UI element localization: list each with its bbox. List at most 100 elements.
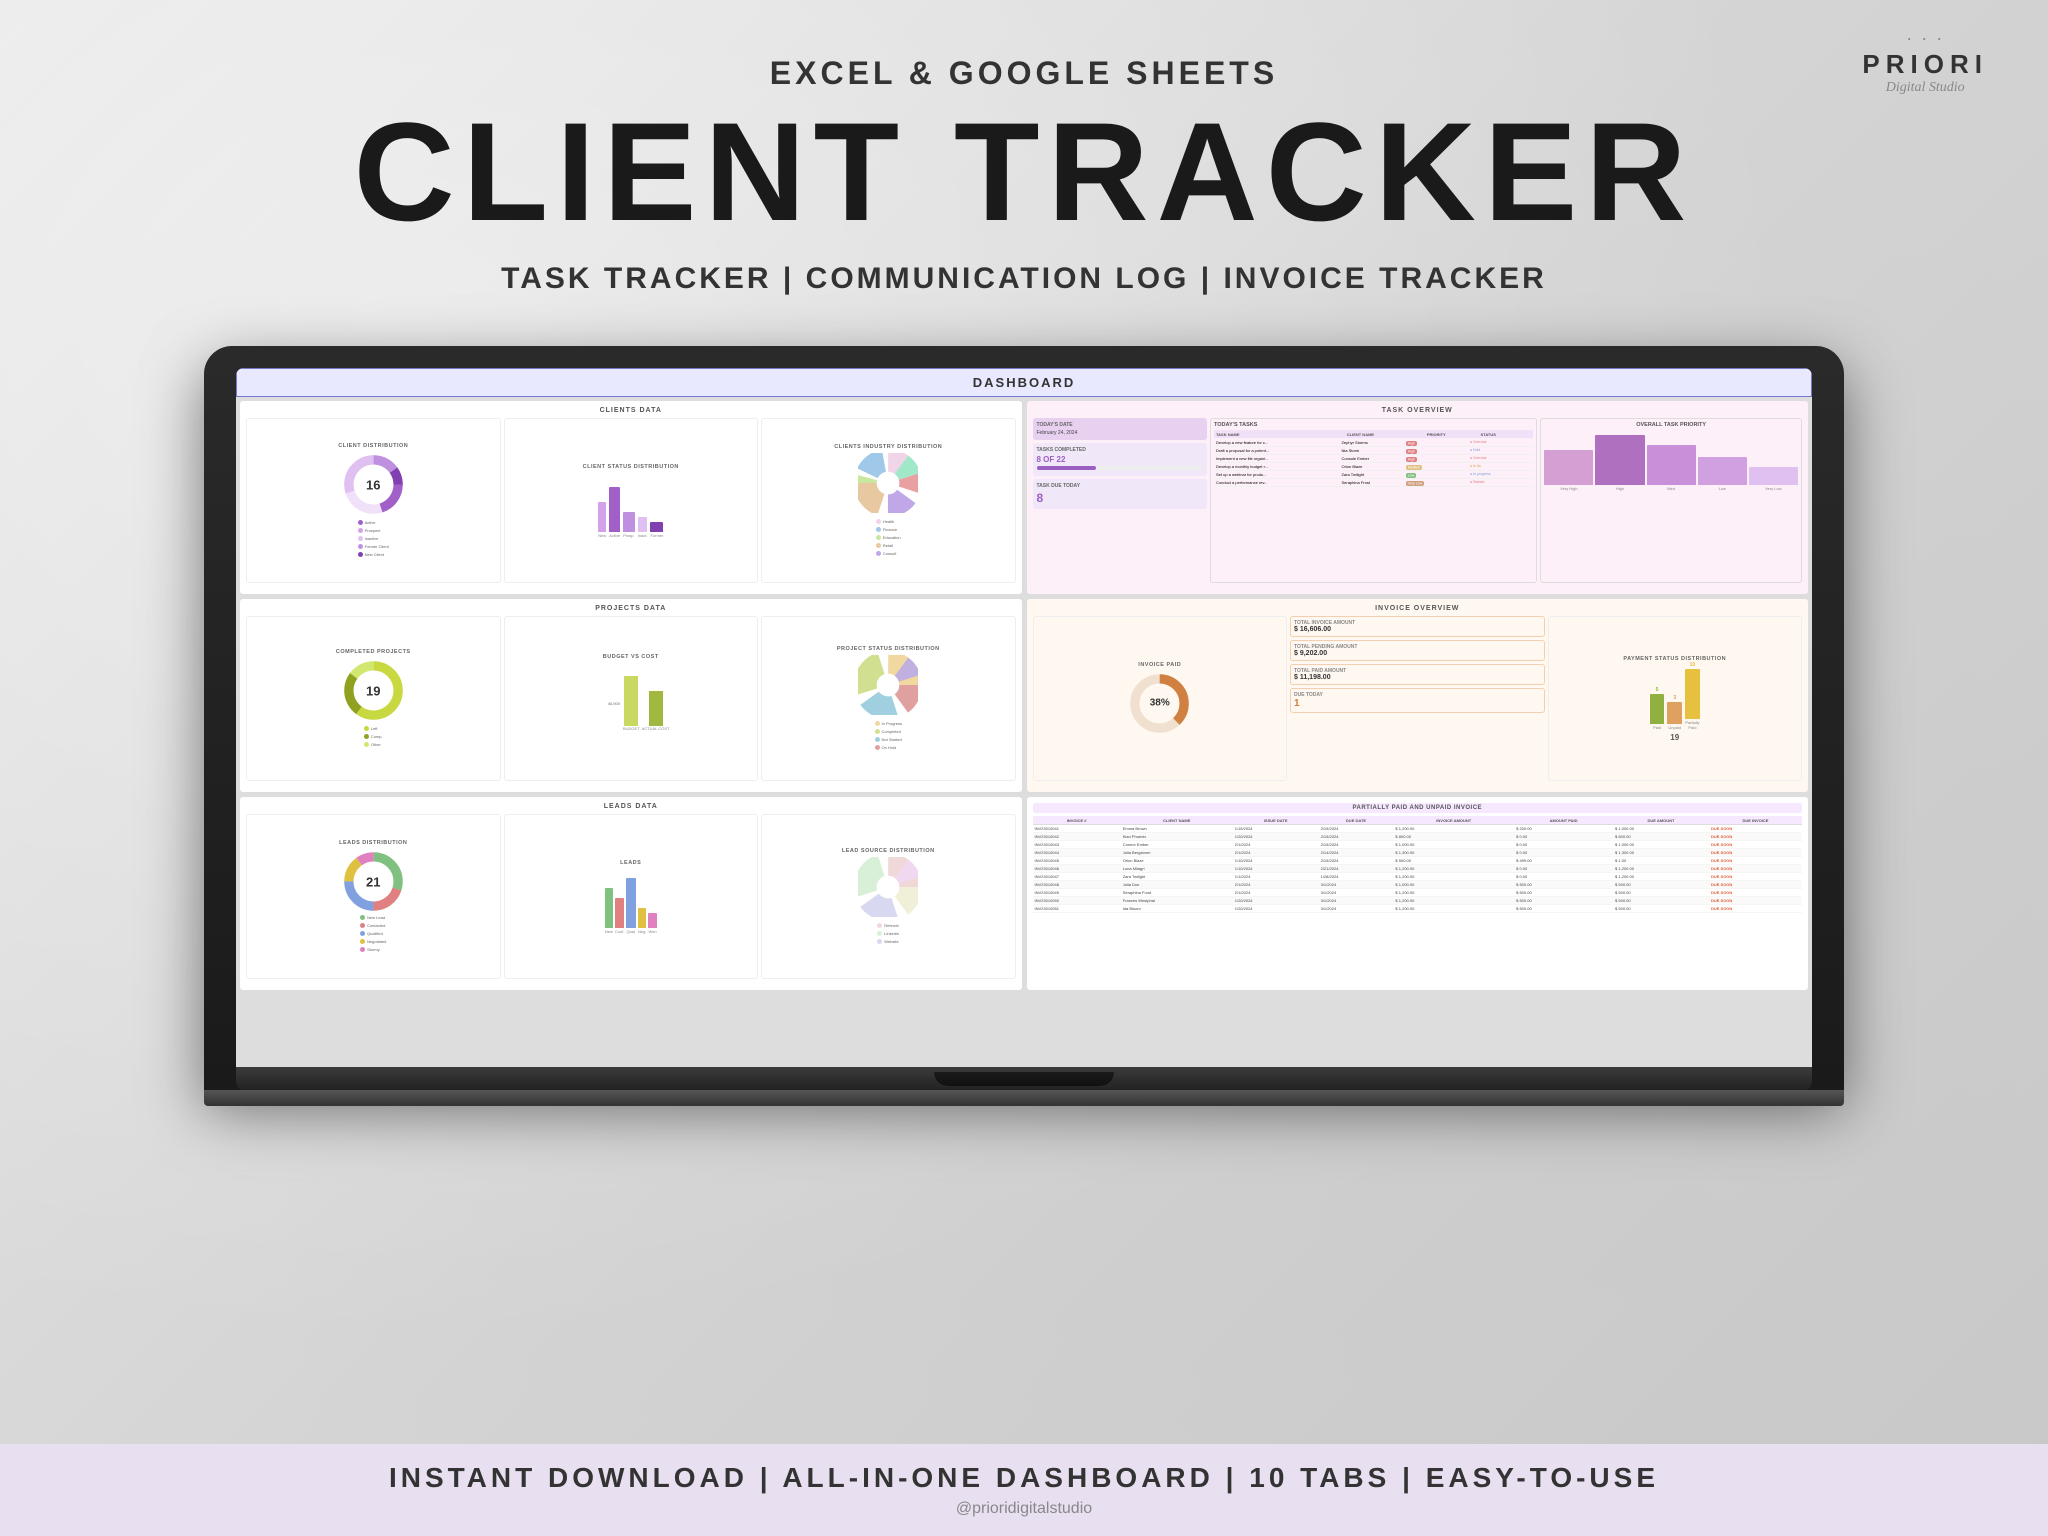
invoice-cell-0-6: $ 1,000.00 (1613, 825, 1709, 833)
laptop-stand (204, 1090, 1844, 1106)
payment-paid-bar (1650, 694, 1665, 724)
leads-bar-4-label: Neg. (638, 929, 646, 934)
invoice-cell-3-1: Julia Bergstrom (1121, 849, 1233, 857)
invoice-cell-7-2: 2/1/2024 (1233, 881, 1319, 889)
task-row-6-client: Seraphina Frost (1341, 480, 1404, 485)
bar-former-fill (650, 522, 663, 532)
legend-referral: Referral (877, 923, 899, 928)
invoice-cell-8-3: 3/1/2024 (1319, 889, 1394, 897)
leads-bar-4: Neg. (638, 908, 646, 934)
invoice-cell-6-7: DUE SOON (1709, 873, 1802, 881)
legend-consult: Consult (876, 551, 901, 556)
leads-title: LEADS (620, 860, 641, 866)
total-paid-value: $ 11,198.00 (1294, 674, 1541, 681)
tasks-progress-fill (1037, 466, 1097, 470)
main-title: CLIENT TRACKER (354, 102, 1695, 242)
budget-bars: 40,000 BUDGET (592, 663, 670, 743)
bar-active: Active (609, 487, 620, 538)
industry-pie-svg (858, 453, 918, 513)
leads-bar-5-fill (648, 913, 656, 928)
invoice-row-8: INV23010049Seraphina Frost2/1/20243/1/20… (1033, 889, 1803, 897)
task-row-2-status: ● Hold (1470, 448, 1533, 453)
tasks-completed-box: TASKS COMPLETED 8 OF 22 (1033, 443, 1208, 476)
payment-status-panel: PAYMENT STATUS DISTRIBUTION 5 Paid (1548, 616, 1803, 781)
budget-cost-panel: BUDGET vs COST 40,000 BUDGET (504, 616, 759, 781)
legend-finance: Finance (876, 527, 901, 532)
industry-pie (858, 453, 918, 518)
legend-negotiated: Negotiated (360, 939, 386, 944)
invoice-cell-6-1: Zara Twilight (1121, 873, 1233, 881)
laptop-outer: DASHBOARD CLIENTS DATA CLIENT DISTRIBUTI… (204, 346, 1844, 1090)
subtitle-top: EXCEL & GOOGLE SHEETS (354, 55, 1695, 92)
instagram-handle: @prioridigitalstudio (0, 1500, 2048, 1518)
invoice-row-2: INV23010043Connor Ember2/1/20242/15/2024… (1033, 841, 1803, 849)
leads-bar-3: Qual. (626, 878, 636, 934)
task-priority-panel: OVERALL TASK PRIORITY Very High (1540, 418, 1802, 583)
leads-bar-1-label: New (605, 929, 613, 934)
leads-donut: 21 (341, 849, 406, 914)
invoice-row-1: INV23010042Kiari Phoenix1/20/20242/15/20… (1033, 833, 1803, 841)
invoice-cell-6-4: $ 1,200.00 (1393, 873, 1514, 881)
invoice-cell-5-4: $ 1,200.00 (1393, 865, 1514, 873)
leads-dist-title: LEADS DISTRIBUTION (339, 840, 407, 846)
task-row-2: Draft a proposal for a potent... Nia Sto… (1214, 447, 1533, 455)
footer-strip: INSTANT DOWNLOAD | ALL-IN-ONE DASHBOARD … (0, 1444, 2048, 1536)
priority-h-bar (1595, 435, 1644, 485)
task-row-5: Set up a webinar for produ... Zara Twili… (1214, 471, 1533, 479)
laptop-base (236, 1068, 1812, 1090)
invoice-cell-5-1: Luna Milagri (1121, 865, 1233, 873)
invoice-donut: 38% (1127, 671, 1192, 736)
task-row-1-name: Develop a new feature for c... (1214, 440, 1340, 445)
today-date-value: February 24, 2024 (1037, 430, 1204, 436)
bar-active-label: Active (609, 533, 620, 538)
invoice-cell-9-5: $ 500.00 (1514, 897, 1613, 905)
invoice-row-9: INV23010050Frances Westphal1/20/20243/1/… (1033, 897, 1803, 905)
laptop-screen: DASHBOARD CLIENTS DATA CLIENT DISTRIBUTI… (236, 368, 1812, 1068)
invoice-cell-7-7: DUE SOON (1709, 881, 1802, 889)
invoice-cell-1-5: $ 0.00 (1514, 833, 1613, 841)
brand-dots: · · · (1862, 28, 1988, 49)
invoice-paid-panel: INVOICE PAID 38% (1033, 616, 1288, 781)
invoice-paid-value: 38% (1150, 698, 1170, 709)
invoice-cell-7-0: INV23010048 (1033, 881, 1121, 889)
payment-partial-label: Partially Paid (1685, 720, 1700, 730)
task-col-name: TASK NAME (1214, 432, 1346, 437)
invoice-cell-10-6: $ 500.00 (1613, 905, 1709, 913)
invoice-row-3: INV23010044Julia Bergstrom2/1/20242/14/2… (1033, 849, 1803, 857)
th-amount: INVOICE AMOUNT (1393, 816, 1514, 825)
client-status-bars: New Active Prosp. (596, 473, 665, 538)
th-paid: AMOUNT PAID (1514, 816, 1613, 825)
invoice-row-0: INV23010041Emma Brown1/15/20242/15/2024$… (1033, 825, 1803, 833)
project-status-pie (858, 655, 918, 720)
invoice-cell-8-1: Seraphina Frost (1121, 889, 1233, 897)
legend-former: Former Client (358, 544, 389, 549)
task-row-4: Develop a monthly budget r... Orion Blaz… (1214, 463, 1533, 471)
invoice-stats-col: TOTAL INVOICE AMOUNT $ 16,606.00 TOTAL P… (1290, 616, 1545, 781)
invoice-cell-1-1: Kiari Phoenix (1121, 833, 1233, 841)
task-row-5-client: Zara Twilight (1341, 472, 1404, 477)
priority-vh-label: Very High (1560, 486, 1577, 491)
priority-vh-bar (1544, 450, 1593, 485)
invoice-table-body: INV23010041Emma Brown1/15/20242/15/2024$… (1033, 825, 1803, 913)
task-row-6-name: Conduct a performance rev... (1214, 480, 1340, 485)
invoice-cell-8-6: $ 500.00 (1613, 889, 1709, 897)
task-row-1-status: ● Overdue (1470, 440, 1533, 445)
invoice-cell-2-3: 2/15/2024 (1319, 841, 1394, 849)
invoice-cell-10-1: Ida Bloom (1121, 905, 1233, 913)
task-row-2-priority: High (1406, 448, 1469, 453)
invoice-cell-9-7: DUE SOON (1709, 897, 1802, 905)
completed-donut: 19 (341, 658, 406, 723)
today-date-label: TODAY'S DATE (1037, 422, 1204, 428)
invoice-cell-6-6: $ 1,200.00 (1613, 873, 1709, 881)
task-row-4-priority: Medium (1406, 464, 1469, 469)
legend-inprog: In Progress (875, 721, 902, 726)
leads-bar-3-label: Qual. (626, 929, 636, 934)
payment-partial-count: 10 (1690, 662, 1696, 668)
client-dist-legend: Active Prospect Inactive Former Client N… (358, 519, 389, 558)
invoice-cell-0-4: $ 1,200.00 (1393, 825, 1514, 833)
task-due-box: TASK DUE TODAY 8 (1033, 479, 1208, 509)
actual-col: ACTUAL COST (642, 691, 670, 731)
budget-col: BUDGET (623, 676, 640, 731)
total-invoice-value: $ 16,606.00 (1294, 626, 1541, 633)
leads-legend: New Lead Contacted Qualified Negotiated … (360, 914, 386, 953)
